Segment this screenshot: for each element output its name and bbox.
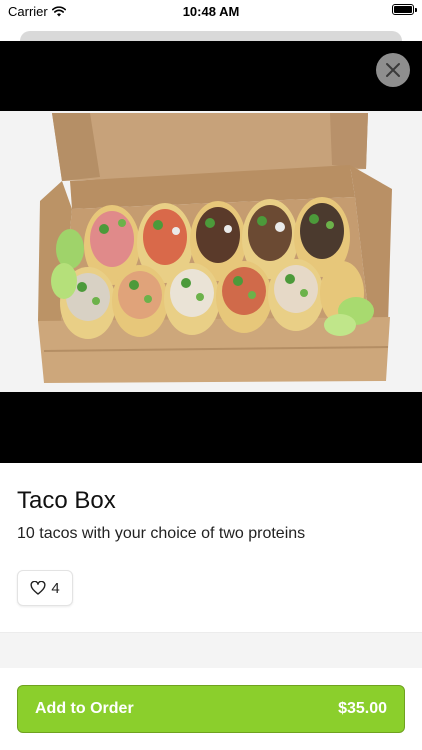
like-count: 4 — [51, 579, 60, 597]
add-to-order-label: Add to Order — [35, 700, 134, 717]
battery-icon — [392, 4, 417, 15]
status-bar: Carrier 10:48 AM — [0, 0, 422, 22]
item-description: 10 tacos with your choice of two protein… — [17, 525, 306, 542]
like-button[interactable]: 4 — [17, 570, 73, 606]
item-photo — [0, 111, 422, 392]
add-to-order-button[interactable]: Add to Order $35.00 — [17, 685, 405, 733]
close-icon — [386, 63, 400, 77]
item-media — [0, 41, 422, 463]
status-time: 10:48 AM — [182, 4, 240, 19]
item-detail-screen: Carrier 10:48 AM Taco Box 10 tacos with … — [0, 0, 422, 750]
heart-icon — [30, 581, 46, 595]
section-divider — [0, 632, 422, 670]
item-title: Taco Box — [17, 487, 116, 514]
close-button[interactable] — [376, 53, 410, 87]
order-price: $35.00 — [338, 700, 387, 717]
